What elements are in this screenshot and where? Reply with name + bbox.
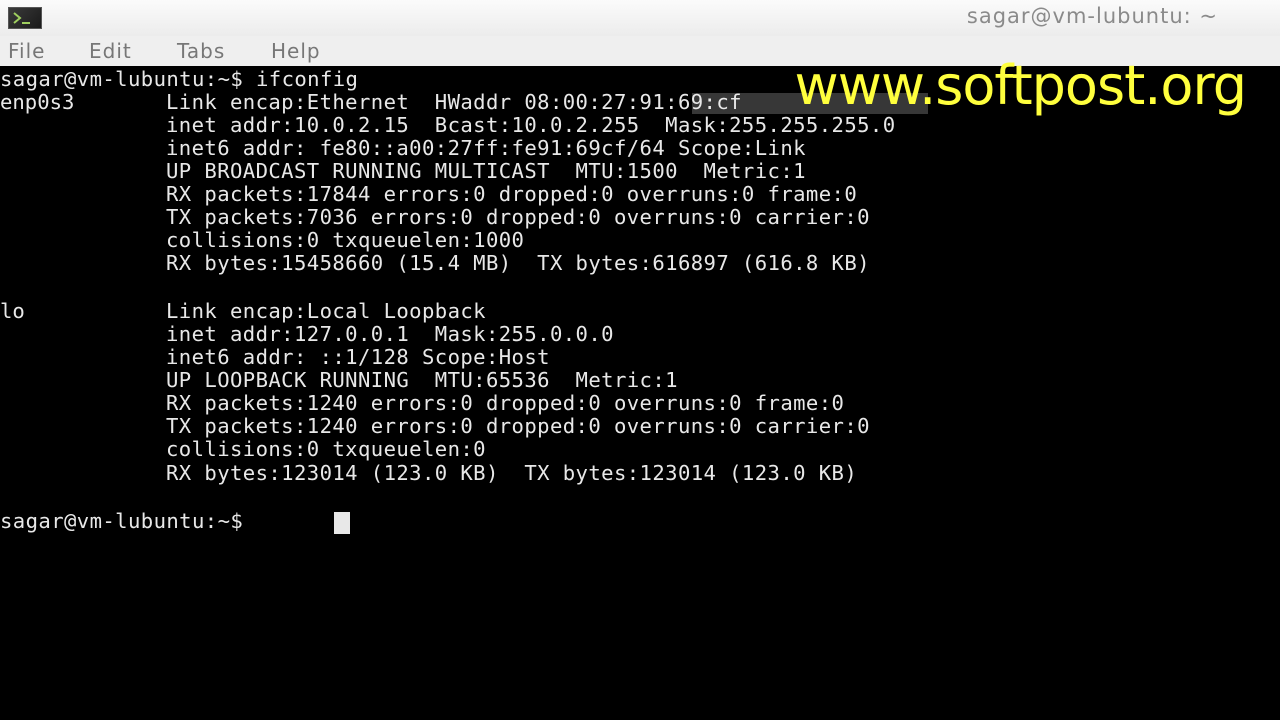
interface-detail: collisions:0 txqueuelen:0 [166,437,486,461]
interface-detail: TX packets:7036 errors:0 dropped:0 overr… [166,205,870,229]
text-cursor [334,512,350,534]
window-title: sagar@vm-lubuntu: ~ [966,4,1218,28]
interface-name: lo [0,299,25,323]
terminal-output[interactable]: sagar@vm-lubuntu:~$ ifconfig enp0s3 Link… [0,54,1280,720]
interface-detail: inet6 addr: fe80::a00:27ff:fe91:69cf/64 … [166,136,806,160]
interface-detail: UP LOOPBACK RUNNING MTU:65536 Metric:1 [166,368,678,392]
interface-detail: inet addr:10.0.2.15 Bcast:10.0.2.255 Mas… [166,113,896,137]
interface-detail: RX packets:17844 errors:0 dropped:0 over… [166,182,858,206]
menu-file[interactable]: File [8,39,45,63]
interface-detail: RX bytes:123014 (123.0 KB) TX bytes:1230… [166,461,858,485]
interface-name: enp0s3 [0,90,75,114]
command-line: sagar@vm-lubuntu:~$ ifconfig [0,67,359,91]
interface-detail: Link encap:Local Loopback [166,299,486,323]
interface-detail: inet addr:127.0.0.1 Mask:255.0.0.0 [166,322,614,346]
interface-detail: collisions:0 txqueuelen:1000 [166,228,525,252]
interface-detail: UP BROADCAST RUNNING MULTICAST MTU:1500 … [166,159,806,183]
terminal-window: sagar@vm-lubuntu: ~ File Edit Tabs Help … [0,0,1280,720]
interface-detail: Link encap:Ethernet HWaddr 08:00:27:91:6… [166,90,742,114]
menu-help[interactable]: Help [271,39,321,63]
terminal-icon [8,7,42,29]
interface-detail: RX packets:1240 errors:0 dropped:0 overr… [166,391,845,415]
title-bar[interactable]: sagar@vm-lubuntu: ~ [0,0,1280,36]
menu-tabs[interactable]: Tabs [177,39,225,63]
watermark: www.softpost.org [794,54,1247,117]
menu-edit[interactable]: Edit [89,39,132,63]
interface-detail: RX bytes:15458660 (15.4 MB) TX bytes:616… [166,251,870,275]
prompt-line: sagar@vm-lubuntu:~$ [0,509,244,533]
interface-detail: inet6 addr: ::1/128 Scope:Host [166,345,550,369]
interface-detail: TX packets:1240 errors:0 dropped:0 overr… [166,414,870,438]
